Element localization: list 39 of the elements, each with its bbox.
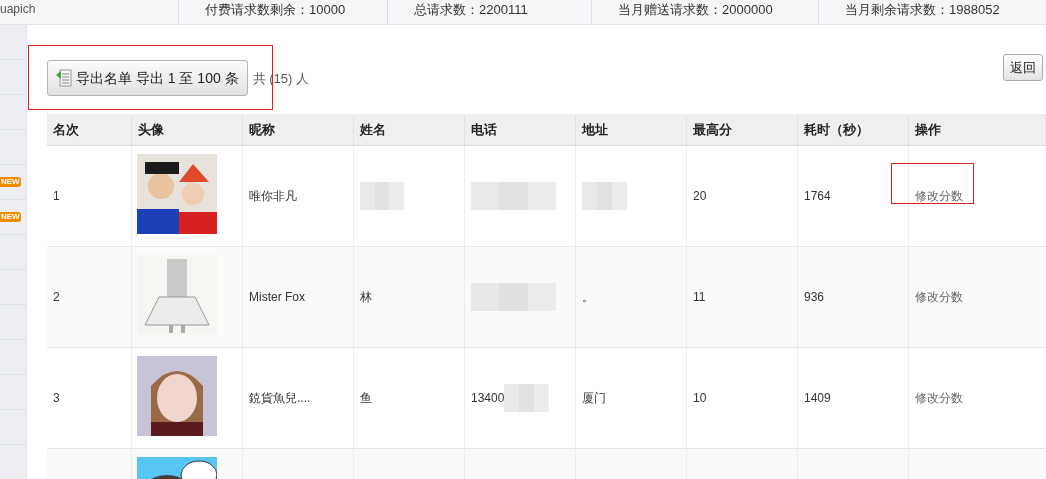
stat-text: 付费请求数剩余：10000 — [205, 1, 346, 19]
time-cell-text: 1764 — [804, 188, 831, 205]
column-header: 头像 — [138, 120, 164, 139]
score-cell-text: 20 — [693, 188, 707, 205]
stat-text: 当月赠送请求数：2000000 — [618, 1, 773, 19]
time-cell-text: 936 — [804, 289, 825, 306]
stat-text: 总请求数：2200111 — [414, 1, 528, 19]
new-badge: NEW — [0, 212, 21, 222]
account-name: uapich — [0, 1, 36, 18]
name-cell-text: 林 — [360, 289, 372, 306]
nickname-cell-text: Mister Fox — [249, 289, 305, 306]
back-button[interactable]: 返回 — [1003, 54, 1043, 81]
name-cell-text: 鱼 — [360, 390, 372, 407]
phone-cell-text: 13400 — [471, 390, 505, 407]
column-header: 操作 — [915, 120, 941, 139]
stat-text: 当月剩余请求数：1988052 — [845, 1, 1000, 19]
column-header: 耗时（秒） — [804, 120, 869, 139]
column-header: 电话 — [471, 120, 497, 139]
score-cell-text: 10 — [693, 390, 707, 407]
nickname-cell-text: 唯你非凡 — [249, 188, 297, 205]
score-cell-text: 11 — [693, 289, 706, 306]
edit-score-link[interactable]: 修改分数 — [915, 389, 963, 407]
column-header: 地址 — [582, 120, 608, 139]
time-cell-text: 1409 — [804, 390, 831, 407]
column-header: 最高分 — [693, 120, 732, 139]
nickname-cell-text: 鋴貨魚兒.... — [249, 390, 311, 407]
edit-score-link[interactable]: 修改分数 — [915, 288, 963, 306]
new-badge: NEW — [0, 177, 21, 187]
address-cell-text: 。 — [582, 289, 594, 306]
column-header: 名次 — [53, 120, 79, 139]
rank-cell-text: 2 — [53, 289, 60, 306]
rank-cell-text: 1 — [53, 188, 60, 205]
edit-score-link[interactable]: 修改分数 — [915, 187, 963, 205]
rank-cell-text: 3 — [53, 390, 60, 407]
address-cell-text: 厦门 — [582, 390, 606, 407]
column-header: 姓名 — [360, 120, 386, 139]
export-button[interactable]: 导出名单 导出 1 至 100 条 — [47, 60, 248, 96]
column-header: 昵称 — [249, 120, 275, 139]
spreadsheet-icon — [56, 69, 72, 87]
